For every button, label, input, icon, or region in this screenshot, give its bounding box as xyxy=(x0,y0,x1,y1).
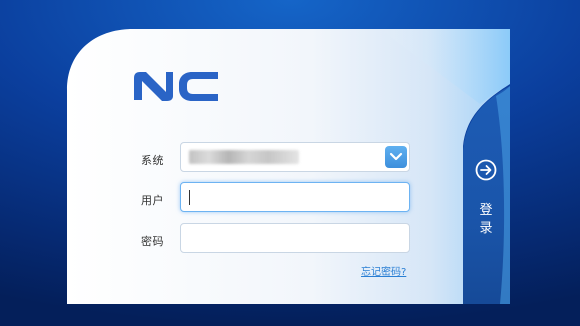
password-label: 密码 xyxy=(141,235,164,248)
password-field[interactable] xyxy=(180,223,410,253)
login-button[interactable]: 登录 xyxy=(462,108,510,304)
text-caret xyxy=(189,190,190,205)
nc-logo xyxy=(134,72,218,101)
system-label: 系统 xyxy=(141,154,164,167)
forgot-password-link[interactable]: 忘记密码? xyxy=(361,263,406,278)
system-dropdown-button[interactable] xyxy=(385,146,407,168)
system-select[interactable] xyxy=(180,142,410,172)
user-label: 用户 xyxy=(141,194,164,207)
system-selected-value xyxy=(189,150,299,164)
user-field[interactable] xyxy=(180,182,410,212)
arrow-right-circle-icon xyxy=(475,159,497,181)
login-label: 登录 xyxy=(479,203,493,236)
login-screen: 系统 用户 密码 忘记密码? 登录 xyxy=(0,0,580,326)
chevron-down-icon xyxy=(389,152,403,161)
